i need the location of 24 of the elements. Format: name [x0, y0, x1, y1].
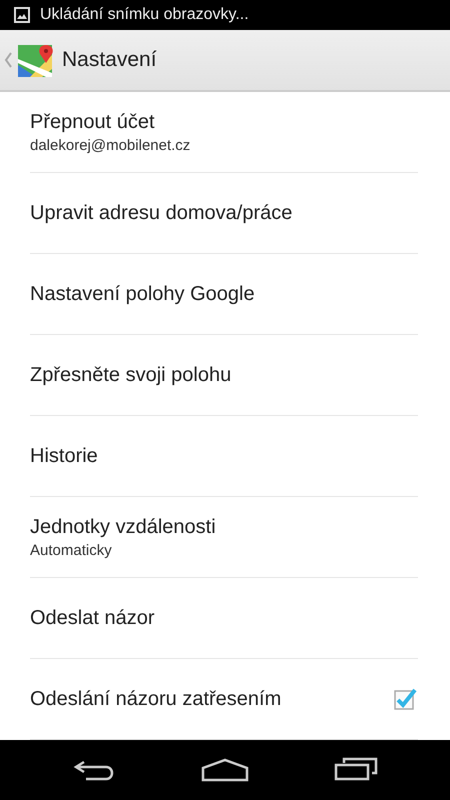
- setting-title: Přepnout účet: [30, 110, 156, 134]
- notification-text: Ukládání snímku obrazovky...: [40, 6, 249, 24]
- settings-item[interactable]: Nastavení polohy Google: [30, 254, 418, 335]
- settings-item[interactable]: Jednotky vzdálenosti Automaticky: [30, 497, 418, 578]
- back-caret-icon: [4, 52, 12, 68]
- setting-title: Odeslání názoru zatřesením: [30, 688, 282, 710]
- recent-apps-icon[interactable]: [334, 757, 378, 783]
- settings-item[interactable]: Přepnout účet dalekorej@mobilenet.cz: [30, 92, 418, 173]
- setting-title: Nastavení polohy Google: [30, 282, 255, 306]
- setting-title: Odeslat názor: [30, 606, 155, 630]
- setting-summary: Automaticky: [30, 542, 113, 558]
- setting-summary: dalekorej@mobilenet.cz: [30, 136, 190, 154]
- settings-item[interactable]: Historie: [30, 416, 418, 497]
- settings-item[interactable]: Odeslat názor: [30, 578, 418, 659]
- settings-item[interactable]: Upravit adresu domova/práce: [30, 173, 418, 254]
- setting-title: Upravit adresu domova/práce: [30, 202, 292, 224]
- setting-title: Jednotky vzdálenosti: [30, 516, 216, 538]
- home-icon[interactable]: [200, 758, 249, 782]
- setting-title: Zpřesněte svoji polohu: [30, 364, 232, 386]
- screen-title: Nastavení: [62, 48, 157, 72]
- image-icon: [14, 7, 30, 23]
- settings-item[interactable]: Zpřesněte svoji polohu: [30, 335, 418, 416]
- checkbox[interactable]: [392, 686, 418, 712]
- setting-title: Historie: [30, 444, 98, 468]
